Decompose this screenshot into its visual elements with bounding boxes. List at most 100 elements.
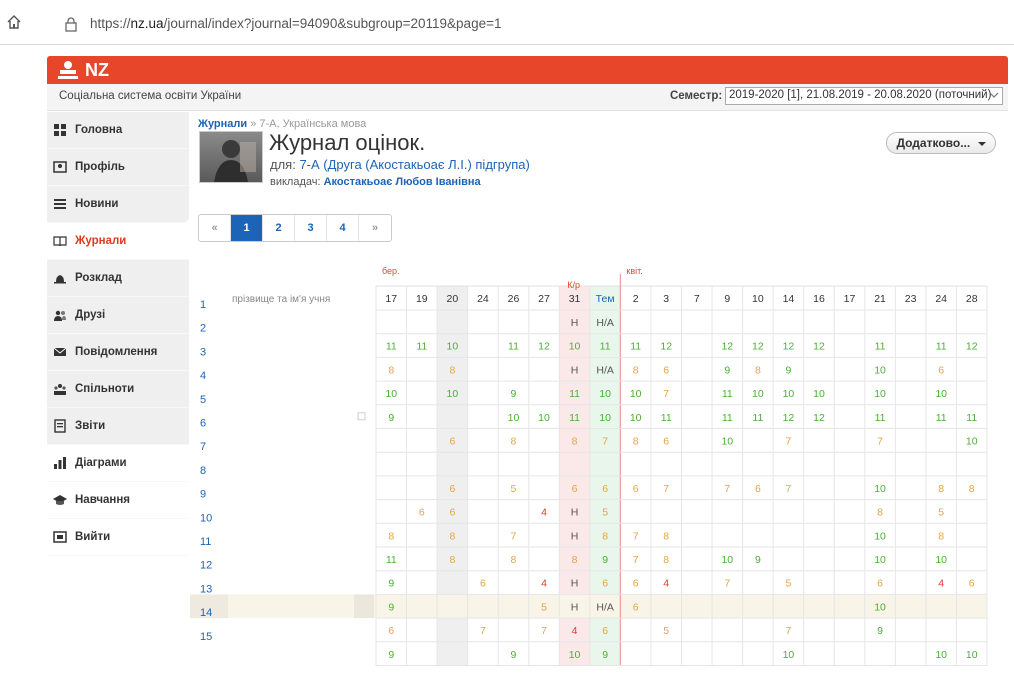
more-options-button[interactable]: Додатково...: [886, 132, 996, 154]
grade-cell[interactable]: 10: [813, 388, 825, 400]
grade-cell[interactable]: 6: [663, 364, 669, 376]
grade-cell[interactable]: 8: [572, 554, 578, 566]
grade-cell[interactable]: 11: [966, 412, 977, 424]
grade-cell[interactable]: 8: [449, 554, 455, 566]
home-icon[interactable]: [6, 14, 22, 30]
grade-cell[interactable]: 6: [663, 436, 669, 448]
grade-cell[interactable]: 10: [721, 554, 733, 566]
grade-cell[interactable]: 10: [630, 412, 642, 424]
grade-cell[interactable]: 10: [721, 436, 733, 448]
student-row-number[interactable]: 14: [200, 607, 212, 619]
grade-cell[interactable]: 6: [633, 578, 639, 590]
grade-cell[interactable]: 12: [813, 341, 825, 353]
date-column-header[interactable]: 16: [813, 293, 825, 305]
sidebar-item-news[interactable]: Новини: [47, 186, 189, 223]
grade-cell[interactable]: 6: [602, 625, 608, 637]
grade-cell[interactable]: 9: [602, 554, 608, 566]
grade-cell[interactable]: 11: [386, 554, 397, 566]
student-row-number[interactable]: 11: [200, 536, 211, 548]
student-row-number[interactable]: 6: [200, 418, 206, 430]
grade-cell[interactable]: 8: [511, 554, 517, 566]
grade-cell[interactable]: 10: [783, 388, 795, 400]
student-row-number[interactable]: 7: [200, 441, 206, 453]
semester-select[interactable]: 2019-2020 [1], 21.08.2019 - 20.08.2020 (…: [725, 87, 1003, 105]
grade-cell[interactable]: 10: [935, 554, 947, 566]
grade-cell[interactable]: 10: [538, 412, 550, 424]
date-column-header[interactable]: 23: [905, 293, 917, 305]
grade-cell[interactable]: 5: [511, 483, 517, 495]
grade-cell[interactable]: 9: [602, 649, 608, 661]
grade-cell[interactable]: 10: [935, 388, 947, 400]
sidebar-item-friends[interactable]: Друзі: [47, 297, 189, 334]
grade-cell[interactable]: 11: [936, 341, 947, 353]
grade-cell[interactable]: 8: [388, 530, 394, 542]
grade-cell[interactable]: 7: [602, 436, 608, 448]
grade-cell[interactable]: 8: [602, 530, 608, 542]
grade-cell[interactable]: Н: [571, 578, 579, 590]
grade-cell[interactable]: 6: [602, 578, 608, 590]
date-column-header[interactable]: 31: [569, 293, 581, 305]
grade-cell[interactable]: 7: [786, 625, 792, 637]
grade-cell[interactable]: 10: [569, 649, 581, 661]
date-column-header[interactable]: 20: [447, 293, 459, 305]
grade-cell[interactable]: 11: [661, 412, 672, 424]
date-column-header[interactable]: 26: [508, 293, 520, 305]
pagination-page-4[interactable]: 4: [327, 215, 359, 241]
url-field[interactable]: https://nz.ua/journal/index?journal=9409…: [56, 12, 1006, 36]
pagination-next[interactable]: »: [359, 215, 391, 241]
grade-cell[interactable]: 5: [938, 507, 944, 519]
grade-cell[interactable]: 10: [508, 412, 520, 424]
date-column-header[interactable]: 17: [844, 293, 856, 305]
grade-cell[interactable]: 10: [630, 388, 642, 400]
grade-cell[interactable]: 6: [633, 483, 639, 495]
date-column-header[interactable]: 24: [477, 293, 489, 305]
grade-cell[interactable]: 7: [724, 483, 730, 495]
grade-cell[interactable]: 7: [724, 578, 730, 590]
subgroup-link[interactable]: 7-А (Друга (Акостакьоає Л.І.) підгрупа): [299, 157, 529, 172]
date-column-header[interactable]: 3: [663, 293, 669, 305]
date-column-header[interactable]: 21: [874, 293, 886, 305]
grade-cell[interactable]: 8: [938, 483, 944, 495]
grade-cell[interactable]: 10: [874, 530, 886, 542]
date-column-header[interactable]: 10: [752, 293, 764, 305]
grade-cell[interactable]: 11: [508, 341, 519, 353]
grade-cell[interactable]: 9: [724, 364, 730, 376]
grade-cell[interactable]: 10: [599, 388, 611, 400]
grade-cell[interactable]: 7: [480, 625, 486, 637]
grade-cell[interactable]: Н: [571, 507, 579, 519]
grade-cell[interactable]: 10: [447, 388, 459, 400]
grade-cell[interactable]: 12: [813, 412, 825, 424]
sidebar-item-learning[interactable]: Навчання: [47, 482, 189, 519]
grade-cell[interactable]: 4: [572, 625, 578, 637]
grade-cell[interactable]: 12: [752, 341, 764, 353]
grade-cell[interactable]: 6: [449, 436, 455, 448]
sidebar-item-reports[interactable]: Звіти: [47, 408, 189, 445]
grade-cell[interactable]: 5: [786, 578, 792, 590]
grade-cell[interactable]: 8: [511, 436, 517, 448]
student-row-number[interactable]: 12: [200, 560, 212, 572]
grade-cell[interactable]: 5: [541, 601, 547, 613]
sidebar-item-home[interactable]: Головна: [47, 112, 189, 149]
grade-cell[interactable]: 8: [633, 364, 639, 376]
grade-cell[interactable]: 12: [966, 341, 978, 353]
grade-cell[interactable]: Н/А: [596, 364, 614, 376]
grade-cell[interactable]: Н/А: [596, 317, 614, 329]
sidebar-item-charts[interactable]: Діаграми: [47, 445, 189, 482]
grade-cell[interactable]: 12: [538, 341, 550, 353]
grade-cell[interactable]: 8: [938, 530, 944, 542]
grade-cell[interactable]: 5: [663, 625, 669, 637]
grade-cell[interactable]: 4: [663, 578, 669, 590]
grade-cell[interactable]: 6: [480, 578, 486, 590]
grade-cell[interactable]: 9: [511, 649, 517, 661]
date-column-header[interactable]: 7: [694, 293, 700, 305]
student-row-number[interactable]: 8: [200, 465, 206, 477]
date-column-header[interactable]: 27: [538, 293, 550, 305]
grade-cell[interactable]: 11: [722, 412, 733, 424]
grade-cell[interactable]: 6: [755, 483, 761, 495]
grade-cell[interactable]: 11: [936, 412, 947, 424]
grade-cell[interactable]: 10: [874, 554, 886, 566]
grade-cell[interactable]: 8: [663, 530, 669, 542]
student-row-number[interactable]: 3: [200, 346, 206, 358]
date-column-header[interactable]: 19: [416, 293, 428, 305]
grade-cell[interactable]: 10: [599, 412, 611, 424]
